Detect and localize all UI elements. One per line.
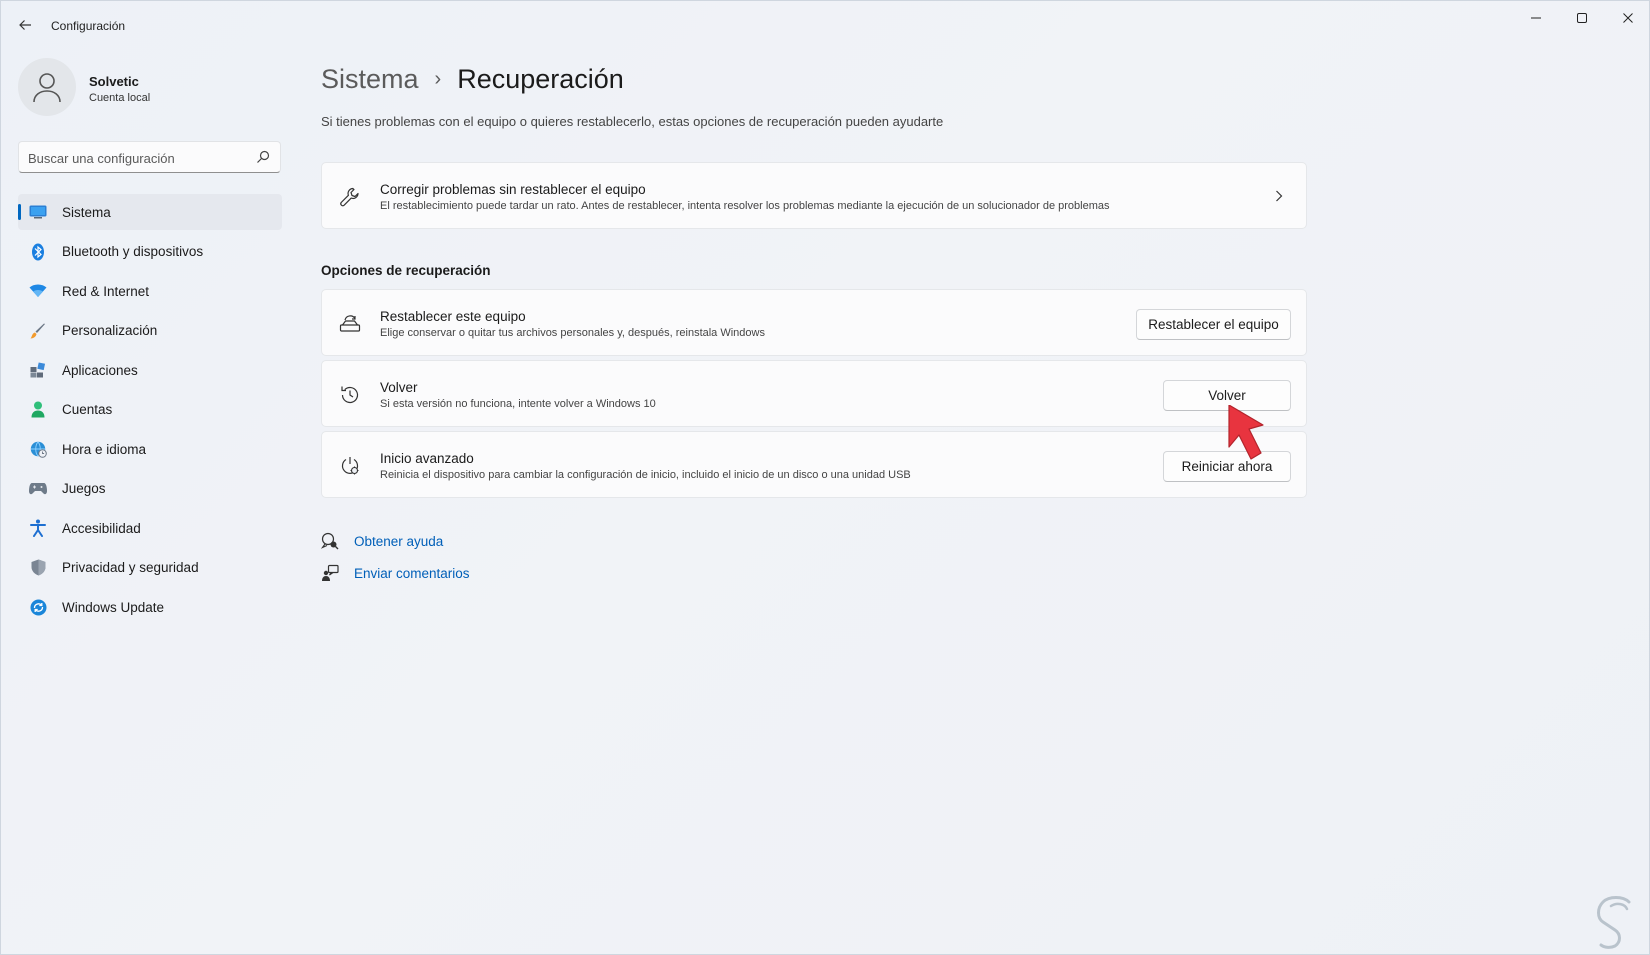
sidebar-item-sistema[interactable]: Sistema	[18, 194, 282, 230]
close-button[interactable]	[1605, 1, 1650, 35]
user-name: Solvetic	[89, 74, 139, 89]
sidebar-nav: Sistema Bluetooth y dispositivos Red & I…	[18, 194, 282, 629]
sidebar-item-red-internet[interactable]: Red & Internet	[18, 273, 282, 309]
settings-window: Configuración Solvetic Cuenta local Busc…	[0, 0, 1650, 955]
reset-pc-card: Restablecer este equipo Elige conservar …	[321, 289, 1307, 356]
sidebar-item-label: Red & Internet	[62, 283, 150, 299]
sidebar-item-aplicaciones[interactable]: Aplicaciones	[18, 352, 282, 388]
breadcrumb: Sistema › Recuperación	[321, 59, 624, 99]
card-title: Inicio avanzado	[380, 451, 474, 466]
advanced-startup-icon	[338, 454, 362, 478]
history-icon	[338, 383, 362, 407]
shield-icon	[29, 559, 47, 577]
brush-icon	[29, 322, 47, 340]
search-input[interactable]	[28, 148, 248, 168]
back-button[interactable]	[13, 13, 37, 37]
card-subtitle: Reinicia el dispositivo para cambiar la …	[380, 469, 911, 481]
sidebar-item-label: Hora e idioma	[62, 441, 147, 457]
sidebar-item-label: Aplicaciones	[62, 362, 138, 378]
search-icon[interactable]	[256, 150, 270, 164]
minimize-icon	[1531, 17, 1541, 19]
fix-problems-card[interactable]: Corregir problemas sin restablecer el eq…	[321, 162, 1307, 229]
advanced-startup-card: Inicio avanzado Reinicia el dispositivo …	[321, 431, 1307, 498]
accessibility-icon	[29, 519, 47, 537]
sidebar-item-label: Windows Update	[62, 599, 165, 615]
breadcrumb-separator: ›	[434, 67, 442, 90]
page-title: Recuperación	[457, 63, 624, 94]
feedback-link-row: Enviar comentarios	[321, 562, 470, 584]
account-type: Cuenta local	[89, 92, 151, 104]
bluetooth-icon	[29, 243, 47, 261]
monitor-icon	[29, 203, 47, 221]
reset-pc-icon	[338, 312, 362, 336]
close-icon	[1623, 13, 1633, 23]
person-avatar-icon	[33, 73, 61, 103]
sidebar-item-label: Accesibilidad	[62, 520, 141, 536]
sidebar-item-accesibilidad[interactable]: Accesibilidad	[18, 510, 282, 546]
sidebar-item-bluetooth[interactable]: Bluetooth y dispositivos	[18, 234, 282, 270]
section-title: Opciones de recuperación	[321, 263, 491, 278]
card-subtitle: El restablecimiento puede tardar un rato…	[380, 200, 1110, 212]
sidebar-item-cuentas[interactable]: Cuentas	[18, 392, 282, 428]
avatar	[18, 58, 76, 116]
chevron-right-icon	[1272, 187, 1286, 205]
annotation-pointer-arrow	[1228, 405, 1264, 460]
breadcrumb-parent[interactable]: Sistema	[321, 64, 419, 95]
gamepad-icon	[29, 480, 47, 498]
search-box	[18, 141, 281, 173]
sidebar-item-personalizacion[interactable]: Personalización	[18, 313, 282, 349]
sidebar-item-label: Personalización	[62, 323, 158, 338]
sidebar-item-juegos[interactable]: Juegos	[18, 471, 282, 507]
sidebar-item-label: Bluetooth y dispositivos	[62, 244, 204, 259]
card-subtitle: Elige conservar o quitar tus archivos pe…	[380, 327, 765, 339]
sidebar-item-label: Privacidad y seguridad	[62, 560, 199, 575]
card-title: Corregir problemas sin restablecer el eq…	[380, 182, 646, 197]
sidebar-item-hora-idioma[interactable]: Hora e idioma	[18, 431, 282, 467]
sidebar-item-label: Cuentas	[62, 402, 113, 417]
user-profile[interactable]: Solvetic Cuenta local	[18, 58, 278, 118]
wifi-icon	[29, 282, 47, 300]
back-arrow-icon	[19, 20, 31, 30]
sidebar-item-privacidad[interactable]: Privacidad y seguridad	[18, 550, 282, 586]
person-icon	[29, 401, 47, 419]
update-icon	[29, 598, 47, 616]
card-subtitle: Si esta versión no funciona, intente vol…	[380, 398, 656, 410]
card-title: Volver	[380, 380, 418, 395]
go-back-card: Volver Si esta versión no funciona, inte…	[321, 360, 1307, 427]
feedback-icon	[321, 564, 339, 582]
solvetic-logo-watermark	[1597, 896, 1631, 949]
page-description: Si tienes problemas con el equipo o quie…	[321, 114, 944, 129]
card-title: Restablecer este equipo	[380, 309, 526, 324]
reset-pc-button[interactable]: Restablecer el equipo	[1136, 309, 1291, 340]
feedback-link[interactable]: Enviar comentarios	[354, 566, 470, 581]
apps-icon	[29, 361, 47, 379]
get-help-link-row: Obtener ayuda	[321, 530, 443, 552]
globe-clock-icon	[29, 440, 47, 458]
sidebar-item-label: Sistema	[62, 204, 111, 220]
title-bar: Configuración	[1, 1, 1649, 49]
maximize-icon	[1577, 13, 1587, 23]
maximize-button[interactable]	[1559, 1, 1605, 35]
wrench-icon	[338, 185, 362, 209]
sidebar-item-windows-update[interactable]: Windows Update	[18, 589, 282, 625]
get-help-link[interactable]: Obtener ayuda	[354, 534, 443, 549]
sidebar-item-label: Juegos	[62, 481, 106, 496]
help-chat-icon	[321, 532, 339, 550]
app-title: Configuración	[51, 19, 126, 33]
minimize-button[interactable]	[1513, 1, 1559, 35]
